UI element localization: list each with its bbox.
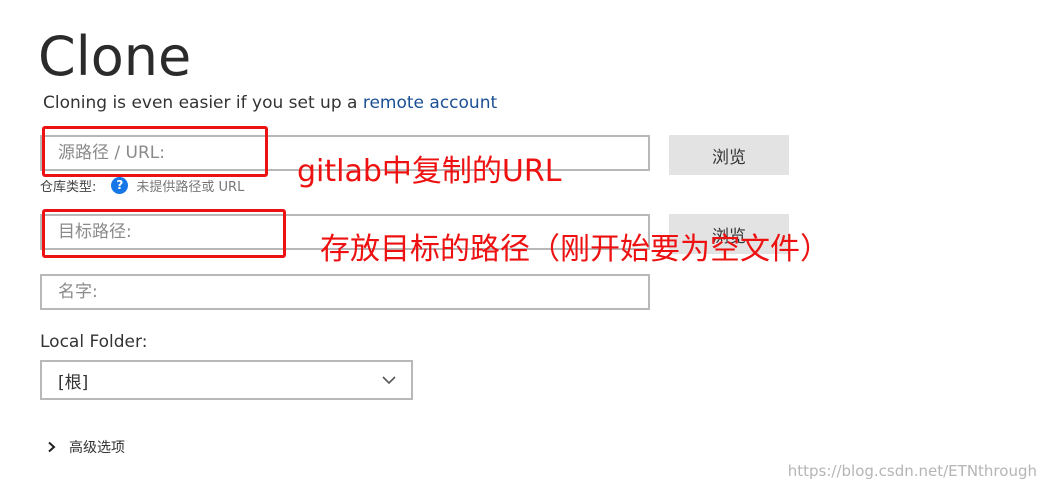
subtitle: Cloning is even easier if you set up a r…: [43, 92, 497, 114]
chevron-right-icon: [48, 441, 56, 453]
help-icon[interactable]: ?: [111, 176, 129, 194]
repo-type-status: 未提供路径或 URL: [136, 179, 245, 195]
name-input[interactable]: [40, 274, 650, 310]
repo-type-label: 仓库类型:: [40, 179, 97, 195]
repo-type-row: 仓库类型: ? 未提供路径或 URL: [40, 175, 244, 195]
chevron-down-icon: [382, 376, 396, 385]
local-folder-value: [根]: [58, 372, 89, 393]
target-annotation: 存放目标的路径（刚开始要为空文件）: [320, 232, 830, 267]
advanced-options-label: 高级选项: [69, 440, 125, 456]
local-folder-label: Local Folder:: [40, 332, 148, 352]
watermark: https://blog.csdn.net/ETNthrough: [787, 462, 1037, 480]
advanced-options-toggle[interactable]: 高级选项: [45, 436, 125, 458]
remote-account-link[interactable]: remote account: [363, 93, 497, 113]
page-title: Clone: [38, 25, 192, 88]
source-annotation: gitlab中复制的URL: [297, 154, 562, 189]
local-folder-select[interactable]: [根]: [40, 360, 413, 400]
subtitle-text: Cloning is even easier if you set up a: [43, 93, 363, 113]
browse-source-button[interactable]: 浏览: [669, 135, 789, 175]
